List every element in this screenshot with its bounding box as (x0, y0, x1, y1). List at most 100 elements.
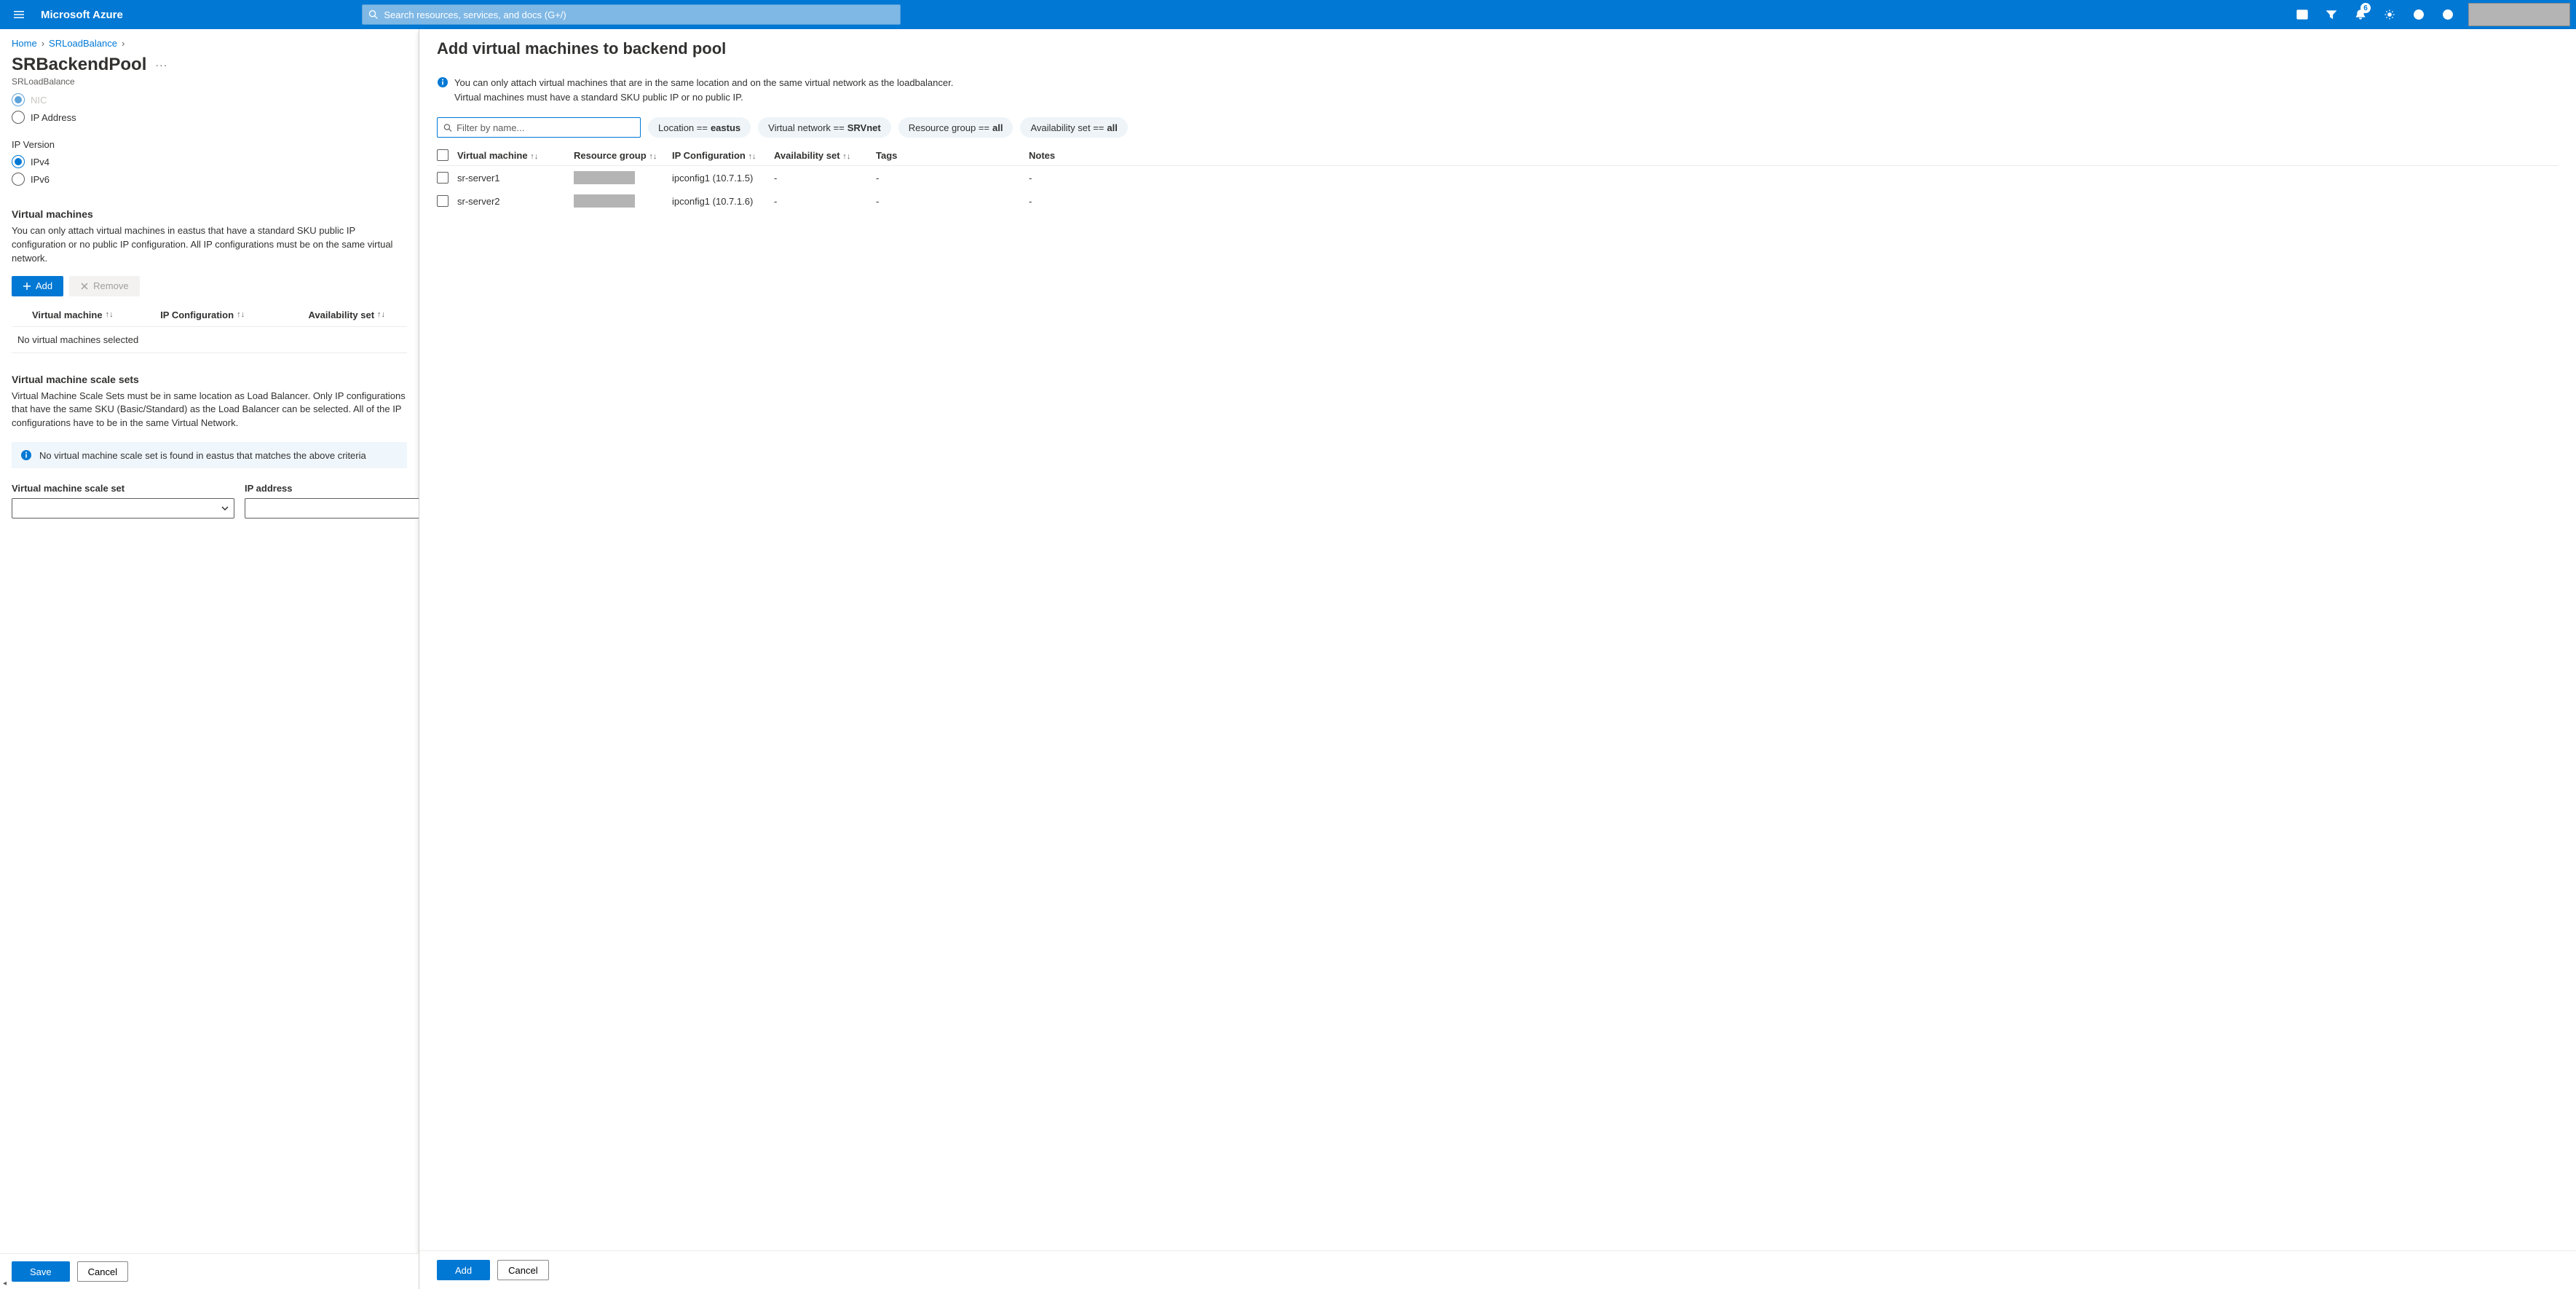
feedback-button[interactable] (2433, 0, 2462, 29)
directory-filter-button[interactable] (2317, 0, 2346, 29)
sort-icon: ↑↓ (748, 152, 756, 161)
topbar: Microsoft Azure 6 (0, 0, 2576, 29)
breadcrumb-home[interactable]: Home (12, 38, 37, 49)
help-button[interactable] (2404, 0, 2433, 29)
vmss-ip-input[interactable] (245, 498, 419, 519)
search-icon (368, 9, 379, 20)
row-checkbox[interactable] (437, 195, 449, 207)
cell-rg-redacted (574, 194, 635, 208)
radio-nic-label: NIC (31, 95, 47, 106)
remove-vm-label: Remove (93, 280, 128, 291)
panel-title: Add virtual machines to backend pool (437, 39, 2559, 58)
col-rg[interactable]: Resource group ↑↓ (574, 150, 672, 161)
settings-button[interactable] (2375, 0, 2404, 29)
col-ipc[interactable]: IP Configuration ↑↓ (672, 150, 774, 161)
close-icon (80, 282, 89, 291)
sort-icon: ↑↓ (842, 152, 850, 161)
filter-pill-as[interactable]: Availability set == all (1020, 117, 1127, 138)
vmss-heading: Virtual machine scale sets (12, 374, 407, 385)
cloud-shell-button[interactable] (2288, 0, 2317, 29)
vm-table: Virtual machine ↑↓ Resource group ↑↓ IP … (437, 145, 2559, 213)
radio-ipv4[interactable] (12, 155, 25, 168)
cancel-button[interactable]: Cancel (77, 1261, 128, 1282)
col-vm-header[interactable]: Virtual machine↑↓ (12, 310, 160, 320)
cell-rg-redacted (574, 171, 635, 184)
vm-heading: Virtual machines (12, 208, 407, 220)
right-pane: Add virtual machines to backend pool You… (419, 29, 2576, 1289)
search-icon (443, 123, 452, 133)
radio-ipv4-label: IPv4 (31, 157, 50, 167)
page-subtitle: SRLoadBalance (12, 76, 407, 87)
filter-pill-vnet[interactable]: Virtual network == SRVnet (758, 117, 891, 138)
filter-input[interactable] (457, 122, 634, 133)
cell-as: - (774, 173, 876, 184)
breadcrumb: Home › SRLoadBalance › (12, 35, 407, 55)
col-vm[interactable]: Virtual machine ↑↓ (457, 150, 574, 161)
global-search-input[interactable] (384, 9, 893, 20)
cell-ipc: ipconfig1 (10.7.1.6) (672, 196, 774, 207)
panel-add-button[interactable]: Add (437, 1260, 490, 1280)
panel-cancel-button[interactable]: Cancel (497, 1260, 548, 1280)
cell-notes: - (1029, 196, 1116, 207)
radio-nic[interactable] (12, 93, 25, 106)
radio-ipv6[interactable] (12, 173, 25, 186)
chevron-right-icon: › (122, 38, 125, 49)
ip-version-label: IP Version (12, 139, 407, 150)
right-footer: Add Cancel (419, 1250, 2576, 1289)
save-button[interactable]: Save (12, 1261, 70, 1282)
global-search[interactable] (362, 4, 901, 25)
table-row[interactable]: sr-server1 ipconfig1 (10.7.1.5) - - - (437, 166, 2559, 189)
vm-table-header: Virtual machine ↑↓ Resource group ↑↓ IP … (437, 145, 2559, 166)
more-button[interactable]: ··· (155, 59, 167, 71)
sort-icon: ↑↓ (649, 152, 657, 161)
breadcrumb-item[interactable]: SRLoadBalance (49, 38, 117, 49)
top-icons: 6 (2288, 0, 2573, 29)
sort-icon: ↑↓ (106, 310, 114, 319)
vm-helptext: You can only attach virtual machines in … (12, 224, 407, 266)
panel-info-line2: Virtual machines must have a standard SK… (454, 90, 953, 105)
left-pane: Home › SRLoadBalance › SRBackendPool ···… (0, 29, 419, 1289)
info-icon (20, 449, 32, 461)
radio-ip-address-label: IP Address (31, 112, 76, 123)
feedback-icon (2442, 9, 2454, 20)
cell-ipc: ipconfig1 (10.7.1.5) (672, 173, 774, 184)
plus-icon (23, 282, 31, 291)
filter-input-wrapper[interactable] (437, 117, 641, 138)
menu-button[interactable] (3, 0, 35, 29)
cell-as: - (774, 196, 876, 207)
cell-notes: - (1029, 173, 1116, 184)
radio-ip-address[interactable] (12, 111, 25, 124)
vmss-select[interactable] (12, 498, 234, 519)
col-as[interactable]: Availability set ↑↓ (774, 150, 876, 161)
col-notes[interactable]: Notes (1029, 150, 1116, 161)
col-ipc-header[interactable]: IP Configuration↑↓ (160, 310, 308, 320)
page-title: SRBackendPool (12, 55, 146, 75)
gear-icon (2384, 9, 2395, 20)
panel-info: You can only attach virtual machines tha… (437, 76, 2559, 104)
sort-icon: ↑↓ (377, 310, 385, 319)
chevron-right-icon: › (42, 38, 44, 49)
filter-icon (2326, 9, 2337, 20)
vm-grid-header: Virtual machine↑↓ IP Configuration↑↓ Ava… (12, 310, 407, 327)
account-button[interactable] (2468, 3, 2570, 26)
sort-icon: ↑↓ (530, 152, 538, 161)
hamburger-icon (13, 9, 25, 20)
vmss-select-label: Virtual machine scale set (12, 483, 234, 494)
brand-label: Microsoft Azure (35, 9, 129, 21)
add-vm-button[interactable]: Add (12, 276, 63, 296)
collapse-indicator-icon[interactable]: ◂ (3, 1280, 7, 1288)
filter-pill-rg[interactable]: Resource group == all (898, 117, 1014, 138)
panel-info-line1: You can only attach virtual machines tha… (454, 76, 953, 90)
filter-pill-location[interactable]: Location == eastus (648, 117, 751, 138)
chevron-down-icon (221, 504, 229, 513)
col-as-header[interactable]: Availability set↑↓ (308, 310, 407, 320)
vmss-info-banner: No virtual machine scale set is found in… (12, 442, 407, 468)
notifications-button[interactable]: 6 (2346, 0, 2375, 29)
select-all-checkbox[interactable] (437, 149, 449, 161)
cell-tags: - (876, 196, 1029, 207)
col-tags[interactable]: Tags (876, 150, 1029, 161)
info-icon (437, 76, 449, 88)
row-checkbox[interactable] (437, 172, 449, 184)
table-row[interactable]: sr-server2 ipconfig1 (10.7.1.6) - - - (437, 189, 2559, 213)
add-vm-label: Add (36, 280, 52, 291)
